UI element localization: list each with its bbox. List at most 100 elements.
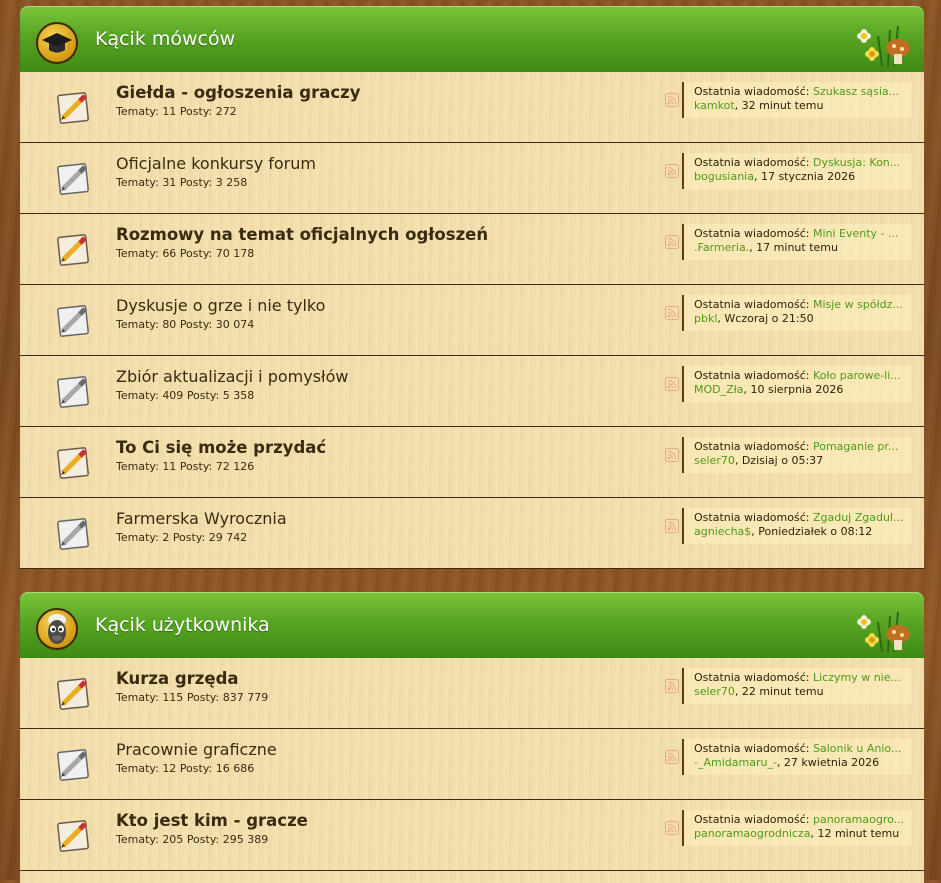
- forum-stats: Tematy: 31 Posty: 3 258: [116, 176, 248, 189]
- forum-row[interactable]: Zbiór aktualizacji i pomysłów Tematy: 40…: [20, 356, 924, 427]
- forum-row[interactable]: Giełda - ogłoszenia graczy Tematy: 11 Po…: [20, 72, 924, 143]
- forum-title[interactable]: To Ci się może przydać: [116, 438, 326, 457]
- last-post-info: Ostatnia wiadomość: Koło parowe-li... MO…: [682, 366, 912, 402]
- posts-count: 5 358: [222, 389, 255, 402]
- posts-count: 72 126: [215, 460, 255, 473]
- last-post-user-link[interactable]: bogusiania: [694, 170, 754, 183]
- last-post-topic-link[interactable]: Liczymy w nie...: [813, 671, 901, 684]
- topics-count: 2: [162, 531, 170, 544]
- category-kacik-mowcow: Kącik mówców Giełda - ogłoszenia graczy …: [20, 6, 924, 569]
- forum-row[interactable]: Rozmowy na temat oficjalnych ogłoszeń Te…: [20, 214, 924, 285]
- no-new-posts-pencil-icon: [53, 157, 95, 199]
- forum-stats: Tematy: 2 Posty: 29 742: [116, 531, 248, 544]
- last-post-topic-link[interactable]: Koło parowe-li...: [813, 369, 901, 382]
- rss-feed-icon[interactable]: [665, 163, 679, 178]
- last-post-user-link[interactable]: kamkot: [694, 99, 735, 112]
- last-post-user-link[interactable]: seler70: [694, 685, 735, 698]
- forum-title[interactable]: Giełda - ogłoszenia graczy: [116, 83, 361, 102]
- forum-stats: Tematy: 11 Posty: 72 126: [116, 460, 255, 473]
- topics-count: 80: [162, 318, 177, 331]
- rss-feed-icon[interactable]: [665, 447, 679, 462]
- posts-count: 837 779: [222, 691, 269, 704]
- forum-stats: Tematy: 80 Posty: 30 074: [116, 318, 255, 331]
- rss-feed-icon[interactable]: [665, 518, 679, 533]
- last-post-topic-link[interactable]: Salonik u Anio...: [813, 742, 901, 755]
- topics-count: 409: [162, 389, 184, 402]
- rss-feed-icon[interactable]: [665, 234, 679, 249]
- last-post-topic-link[interactable]: Mini Eventy - ...: [813, 227, 899, 240]
- forum-title[interactable]: Zbiór aktualizacji i pomysłów: [116, 367, 348, 386]
- forum-title[interactable]: Oficjalne konkursy forum: [116, 154, 316, 173]
- forum-row[interactable]: To Ci się może przydać Tematy: 11 Posty:…: [20, 427, 924, 498]
- forum-row[interactable]: Kto jest kim - gracze Tematy: 205 Posty:…: [20, 800, 924, 871]
- last-post-user-link[interactable]: panoramaogrodnicza: [694, 827, 810, 840]
- rss-feed-icon[interactable]: [665, 820, 679, 835]
- forum-row[interactable]: Dyskusje o grze i nie tylko Tematy: 80 P…: [20, 285, 924, 356]
- rss-feed-icon[interactable]: [665, 678, 679, 693]
- topics-count: 31: [162, 176, 177, 189]
- last-post-info: Ostatnia wiadomość: Mini Eventy - ... .F…: [682, 224, 912, 260]
- forum-title[interactable]: Kurza grzęda: [116, 669, 239, 688]
- no-new-posts-pencil-icon: [53, 743, 95, 785]
- last-post-info: Ostatnia wiadomość: Szukasz sąsia... kam…: [682, 82, 912, 118]
- last-post-user-link[interactable]: -_Amidamaru_-: [694, 756, 777, 769]
- last-post-user-link[interactable]: MOD_Zła: [694, 383, 744, 396]
- last-post-topic-link[interactable]: Dyskusja: Kon...: [813, 156, 900, 169]
- last-post-topic-link[interactable]: Misje w spółdz...: [813, 298, 903, 311]
- new-posts-pencil-icon: [53, 441, 95, 483]
- last-post-user-link[interactable]: .Farmeria.: [694, 241, 749, 254]
- forum-stats: Tematy: 115 Posty: 837 779: [116, 691, 269, 704]
- topics-count: 205: [162, 833, 184, 846]
- no-new-posts-pencil-icon: [53, 370, 95, 412]
- forum-title[interactable]: Kto jest kim - gracze: [116, 811, 308, 830]
- posts-count: 272: [215, 105, 237, 118]
- last-post-user-link[interactable]: pbkl: [694, 312, 717, 325]
- forum-row-partial: [20, 871, 924, 883]
- category-title[interactable]: Kącik mówców: [95, 28, 235, 50]
- rss-feed-icon[interactable]: [665, 376, 679, 391]
- last-post-time: , 12 minut temu: [810, 827, 900, 840]
- forum-row[interactable]: Pracownie graficzne Tematy: 12 Posty: 16…: [20, 729, 924, 800]
- last-post-info: Ostatnia wiadomość: Dyskusja: Kon... bog…: [682, 153, 912, 189]
- forum-stats: Tematy: 11 Posty: 272: [116, 105, 237, 118]
- last-post-user-link[interactable]: seler70: [694, 454, 735, 467]
- last-post-time: , Wczoraj o 21:50: [717, 312, 814, 325]
- forum-row[interactable]: Kurza grzęda Tematy: 115 Posty: 837 779 …: [20, 658, 924, 729]
- last-post-info: Ostatnia wiadomość: Pomaganie pr... sele…: [682, 437, 912, 473]
- forum-stats: Tematy: 12 Posty: 16 686: [116, 762, 255, 775]
- forum-title[interactable]: Rozmowy na temat oficjalnych ogłoszeń: [116, 225, 488, 244]
- last-post-time: , 22 minut temu: [734, 685, 824, 698]
- rss-feed-icon[interactable]: [665, 749, 679, 764]
- rss-feed-icon[interactable]: [665, 92, 679, 107]
- last-post-topic-link[interactable]: panoramaogro...: [813, 813, 904, 826]
- topics-count: 11: [162, 105, 177, 118]
- forum-stats: Tematy: 205 Posty: 295 389: [116, 833, 269, 846]
- forum-stats: Tematy: 409 Posty: 5 358: [116, 389, 255, 402]
- topics-count: 12: [162, 762, 177, 775]
- no-new-posts-pencil-icon: [53, 299, 95, 341]
- posts-count: 30 074: [215, 318, 255, 331]
- rss-feed-icon[interactable]: [665, 305, 679, 320]
- last-post-topic-link[interactable]: Szukasz sąsia...: [813, 85, 899, 98]
- forum-row[interactable]: Farmerska Wyrocznia Tematy: 2 Posty: 29 …: [20, 498, 924, 569]
- posts-count: 16 686: [215, 762, 255, 775]
- category-header: Kącik mówców: [20, 6, 924, 72]
- last-post-topic-link[interactable]: Pomaganie pr...: [813, 440, 898, 453]
- last-post-time: , Poniedziałek o 08:12: [751, 525, 873, 538]
- last-post-time: , 10 sierpnia 2026: [743, 383, 844, 396]
- last-post-info: Ostatnia wiadomość: panoramaogro... pano…: [682, 810, 912, 846]
- graduation-cap-icon: [36, 22, 78, 64]
- forum-row[interactable]: Oficjalne konkursy forum Tematy: 31 Post…: [20, 143, 924, 214]
- posts-count: 29 742: [208, 531, 248, 544]
- last-post-user-link[interactable]: agniecha$: [694, 525, 751, 538]
- category-title[interactable]: Kącik użytkownika: [95, 614, 270, 636]
- topics-count: 11: [162, 460, 177, 473]
- last-post-topic-link[interactable]: Zgaduj Zgadul...: [813, 511, 904, 524]
- forum-title[interactable]: Dyskusje o grze i nie tylko: [116, 296, 325, 315]
- flowers-mushroom-decoration-icon: [848, 602, 914, 654]
- forum-title[interactable]: Pracownie graficzne: [116, 740, 277, 759]
- forum-title[interactable]: Farmerska Wyrocznia: [116, 509, 287, 528]
- last-post-time: , 32 minut temu: [734, 99, 824, 112]
- last-post-time: , 17 minut temu: [749, 241, 838, 254]
- last-post-info: Ostatnia wiadomość: Salonik u Anio... -_…: [682, 739, 912, 775]
